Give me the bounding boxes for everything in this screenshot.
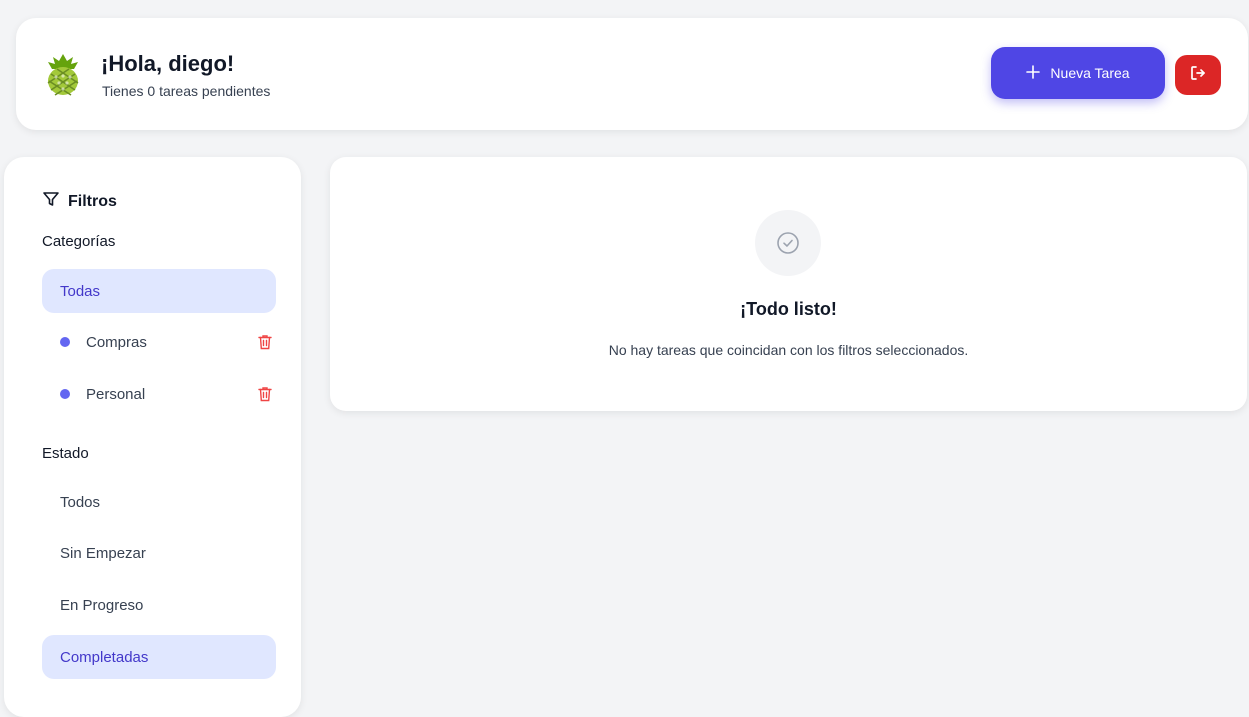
tasks-panel: ¡Todo listo! No hay tareas que coincidan… bbox=[330, 157, 1247, 411]
status-label-text: Todos bbox=[60, 493, 101, 511]
status-item-completadas[interactable]: Completadas bbox=[42, 635, 276, 679]
category-label: Todas bbox=[60, 282, 101, 300]
empty-state-title: ¡Todo listo! bbox=[740, 299, 837, 319]
status-label-text: Sin Empezar bbox=[60, 544, 146, 562]
status-label: Estado bbox=[42, 445, 89, 462]
trash-icon[interactable] bbox=[258, 386, 272, 402]
filters-title: Filtros bbox=[68, 192, 117, 210]
category-color-dot bbox=[60, 389, 70, 399]
status-item-en-progreso[interactable]: En Progreso bbox=[42, 583, 276, 627]
check-circle-icon bbox=[755, 210, 821, 276]
logout-icon bbox=[1189, 64, 1207, 87]
new-task-label: Nueva Tarea bbox=[1050, 65, 1130, 81]
logout-button[interactable] bbox=[1175, 55, 1221, 95]
status-item-todos[interactable]: Todos bbox=[42, 480, 276, 524]
greeting-title: ¡Hola, diego! bbox=[101, 51, 235, 76]
empty-state-message: No hay tareas que coincidan con los filt… bbox=[608, 342, 969, 358]
status-label-text: En Progreso bbox=[60, 596, 144, 614]
category-label: Compras bbox=[86, 333, 147, 351]
categories-label: Categorías bbox=[42, 233, 116, 250]
category-label: Personal bbox=[86, 385, 146, 403]
category-item-personal[interactable]: Personal bbox=[42, 372, 276, 416]
pineapple-logo-icon bbox=[40, 52, 86, 98]
new-task-button[interactable]: Nueva Tarea bbox=[991, 47, 1165, 99]
category-color-dot bbox=[60, 337, 70, 347]
app-header: ¡Hola, diego! Tienes 0 tareas pendientes… bbox=[16, 18, 1248, 130]
plus-icon bbox=[1026, 63, 1041, 83]
trash-icon[interactable] bbox=[258, 334, 272, 350]
status-label-text: Completadas bbox=[60, 648, 149, 666]
pending-tasks-subtitle: Tienes 0 tareas pendientes bbox=[102, 83, 271, 99]
filters-sidebar: Filtros Categorías Todas Compras Persona… bbox=[4, 157, 301, 717]
filter-icon bbox=[42, 190, 60, 213]
category-item-compras[interactable]: Compras bbox=[42, 320, 276, 364]
category-item-todas[interactable]: Todas bbox=[42, 269, 276, 313]
filters-heading: Filtros bbox=[42, 190, 117, 213]
status-item-sin-empezar[interactable]: Sin Empezar bbox=[42, 531, 276, 575]
